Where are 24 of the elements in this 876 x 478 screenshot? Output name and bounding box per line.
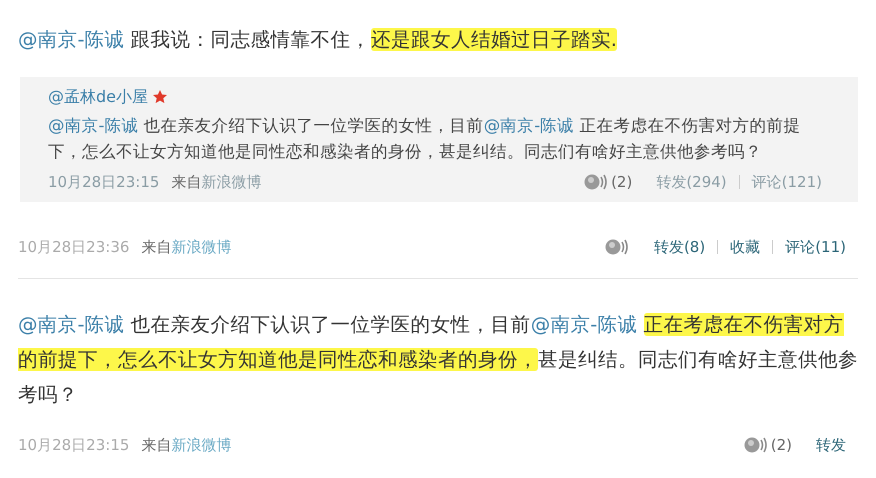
star-icon xyxy=(152,89,168,105)
action-link[interactable]: 评论(11) xyxy=(772,240,858,254)
quote-author[interactable]: @孟林de小屋 xyxy=(48,85,148,109)
source-link[interactable]: 新浪微博 xyxy=(171,434,232,456)
post-time: 10月28日23:15 xyxy=(18,435,130,456)
action-link[interactable]: 转发(294) xyxy=(644,175,739,190)
source-prefix: 来自 xyxy=(141,435,172,456)
voice-icon[interactable] xyxy=(742,436,769,454)
post-time: 10月28日23:15 xyxy=(48,172,160,193)
source-prefix: 来自 xyxy=(171,172,202,193)
voice-icon[interactable] xyxy=(583,173,610,192)
source-prefix: 来自 xyxy=(141,236,172,258)
quote-text: @南京-陈诚 也在亲友介绍下认识了一位学医的女性，目前@南京-陈诚 正在考虑在不伤害对方的前提下，怎么不让女方知道他是同性恋和感染者的身份，甚是纠结。同志们有啥好主意供他参考吗？ xyxy=(48,115,802,163)
source-link[interactable]: 新浪微博 xyxy=(201,171,262,194)
post-text: @南京-陈诚 跟我说：同志感情靠不住，还是跟女人结婚过日子踏实. xyxy=(18,27,618,53)
action-link[interactable]: 评论(121) xyxy=(738,175,834,190)
voice-icon[interactable] xyxy=(604,238,630,256)
action-link[interactable]: 收藏 xyxy=(717,240,772,254)
action-link[interactable]: 转发(8) xyxy=(642,240,718,254)
action-link[interactable]: 转发 xyxy=(804,438,858,452)
post-time: 10月28日23:36 xyxy=(18,236,130,258)
source-link[interactable]: 新浪微博 xyxy=(171,236,232,258)
voice-count: (2) xyxy=(611,172,632,193)
voice-count: (2) xyxy=(770,435,792,456)
